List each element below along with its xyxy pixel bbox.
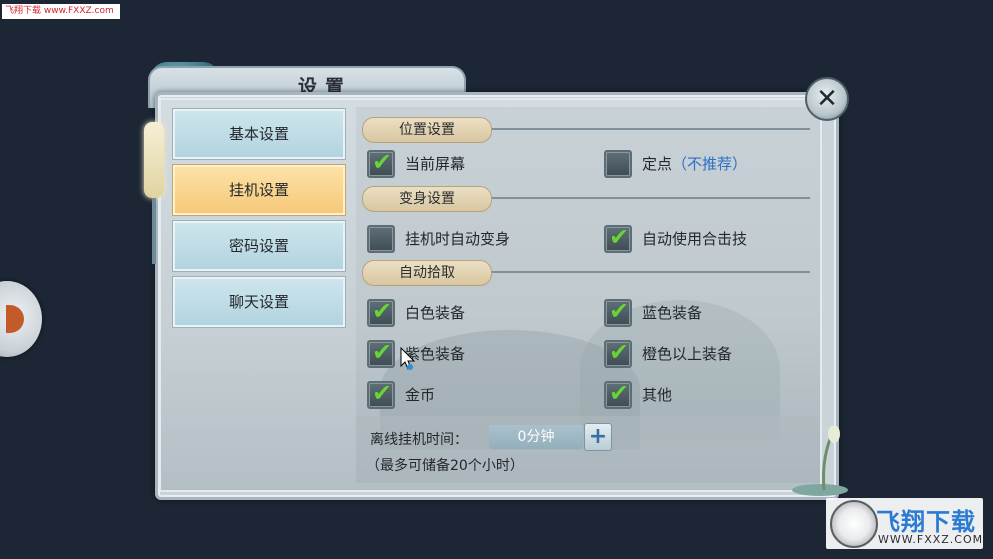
checkbox[interactable]: ✔ — [604, 338, 632, 368]
checkmark-icon: ✔ — [372, 297, 393, 325]
checkmark-icon: ✔ — [372, 379, 393, 407]
checkbox[interactable]: ✔ — [604, 297, 632, 327]
checkmark-icon: ✔ — [609, 379, 630, 407]
checkbox-row-gold[interactable]: ✔ 金币 — [367, 379, 567, 409]
checkbox-label: 其他 — [642, 386, 673, 404]
checkbox-label: 橙色以上装备 — [642, 345, 733, 363]
fxxz-logo-icon — [830, 500, 878, 548]
mouse-cursor-icon — [400, 347, 416, 370]
section-divider — [480, 271, 810, 273]
side-float-arrow-icon — [6, 305, 24, 333]
section-header-pickup: 自动拾取 — [362, 260, 492, 286]
side-float-button[interactable] — [0, 281, 42, 357]
offline-max-note: （最多可储备20个小时） — [366, 458, 524, 474]
lantern-tassel — [152, 198, 156, 264]
watermark-url: WWW.FXXZ.COM — [878, 533, 984, 546]
tab-password[interactable]: 密码设置 — [172, 220, 346, 272]
close-button[interactable]: ✕ — [805, 77, 849, 121]
checkbox-row-blue-gear[interactable]: ✔ 蓝色装备 — [604, 297, 804, 327]
offline-label: 离线挂机时间： — [370, 432, 468, 448]
section-divider — [480, 128, 810, 130]
checkbox-row-orange-gear[interactable]: ✔ 橙色以上装备 — [604, 338, 804, 368]
checkbox-label: 定点 — [642, 155, 673, 173]
checkmark-icon: ✔ — [609, 338, 630, 366]
lotus-decoration-icon — [792, 426, 848, 496]
offline-time-value: 0分钟 — [489, 425, 583, 449]
checkbox-row-other[interactable]: ✔ 其他 — [604, 379, 804, 409]
checkbox-label: 白色装备 — [405, 304, 466, 322]
checkbox[interactable]: ✔ — [367, 297, 395, 327]
checkbox-row-auto-combo[interactable]: ✔ 自动使用合击技 — [604, 223, 804, 253]
watermark-top: 飞翔下载 www.FXXZ.com — [2, 4, 120, 19]
checkbox-label: 金币 — [405, 386, 436, 404]
checkbox[interactable]: ✔ — [367, 338, 395, 368]
checkmark-icon: ✔ — [609, 297, 630, 325]
checkbox[interactable] — [367, 225, 395, 253]
tab-chat[interactable]: 聊天设置 — [172, 276, 346, 328]
checkbox[interactable]: ✔ — [367, 148, 395, 178]
not-recommended-note: （不推荐） — [672, 155, 748, 173]
section-header-transform: 变身设置 — [362, 186, 492, 212]
lantern-icon — [144, 122, 164, 198]
checkbox-label: 蓝色装备 — [642, 304, 703, 322]
close-icon: ✕ — [816, 84, 838, 114]
checkbox-label: 自动使用合击技 — [642, 230, 748, 248]
checkbox-row-auto-transform[interactable]: 挂机时自动变身 — [367, 225, 587, 253]
checkmark-icon: ✔ — [372, 338, 393, 366]
checkbox[interactable]: ✔ — [604, 379, 632, 409]
checkbox-row-fixed-point[interactable]: 定点（不推荐） — [604, 150, 804, 178]
checkbox[interactable] — [604, 150, 632, 178]
checkmark-icon: ✔ — [609, 223, 630, 251]
checkmark-icon: ✔ — [372, 148, 393, 176]
add-time-button[interactable]: + — [584, 423, 612, 451]
checkbox[interactable]: ✔ — [604, 223, 632, 253]
watermark-brand: 飞翔下载 — [876, 508, 976, 536]
checkbox[interactable]: ✔ — [367, 379, 395, 409]
checkbox-label: 挂机时自动变身 — [405, 230, 511, 248]
tab-idle[interactable]: 挂机设置 — [172, 164, 346, 216]
tab-basic[interactable]: 基本设置 — [172, 108, 346, 160]
section-header-position: 位置设置 — [362, 117, 492, 143]
checkbox-row-purple-gear[interactable]: ✔ 紫色装备 — [367, 338, 567, 368]
checkbox-row-white-gear[interactable]: ✔ 白色装备 — [367, 297, 567, 327]
section-divider — [480, 197, 810, 199]
checkbox-label: 当前屏幕 — [405, 155, 466, 173]
checkbox-label-wrap: 定点（不推荐） — [642, 153, 747, 174]
checkbox-row-current-screen[interactable]: ✔ 当前屏幕 — [367, 148, 567, 178]
